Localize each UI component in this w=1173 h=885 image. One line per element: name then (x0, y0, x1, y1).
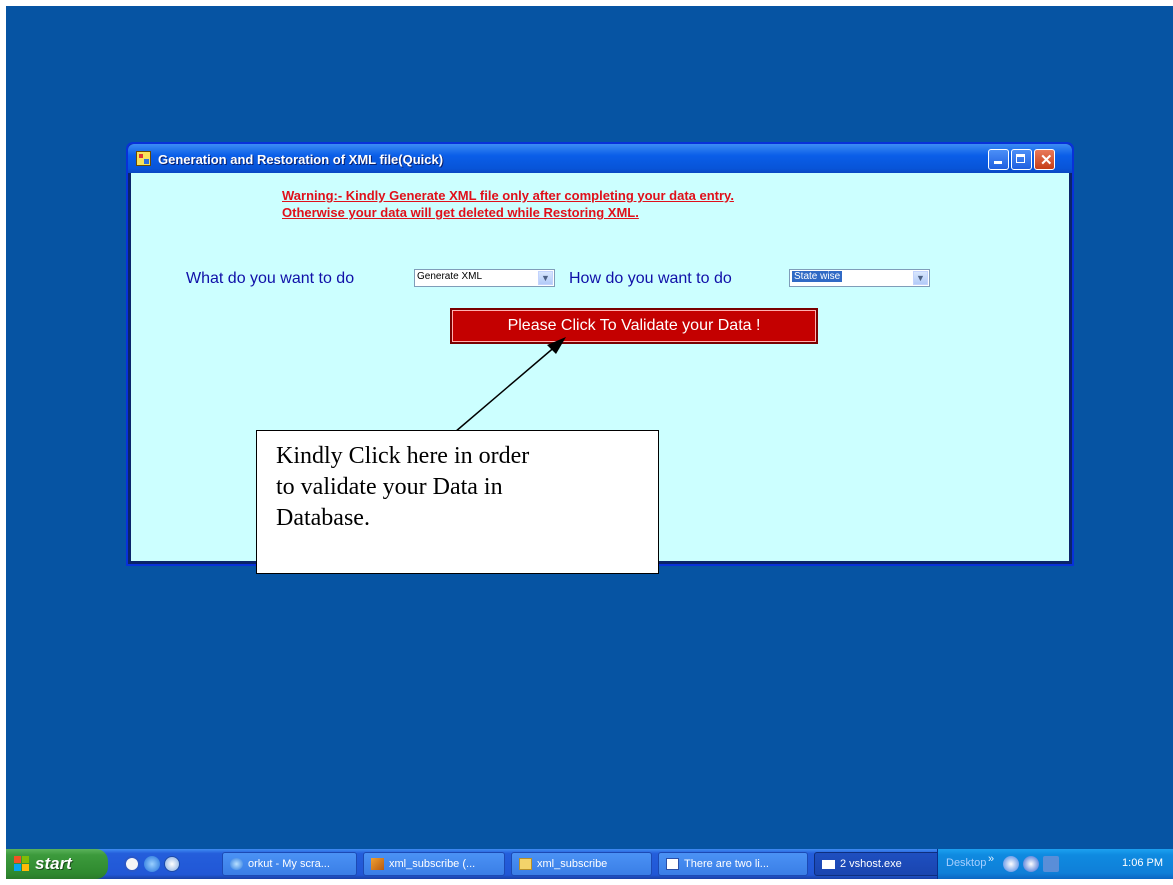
task-xml-subscribe-folder[interactable]: xml_subscribe (511, 852, 652, 876)
clock[interactable]: 1:06 PM (1122, 857, 1163, 869)
taskbar: start orkut - My scra... xml_subscribe (… (6, 849, 1173, 879)
monitor-icon[interactable] (1043, 856, 1059, 872)
task-label: xml_subscribe (... (389, 858, 476, 870)
close-button[interactable]: ✕ (1034, 149, 1055, 170)
internet-explorer-icon[interactable] (144, 856, 160, 872)
task-orkut[interactable]: orkut - My scra... (222, 852, 357, 876)
internet-explorer-icon (230, 858, 243, 870)
callout-line-2: to validate your Data in (276, 474, 503, 500)
system-tray: Desktop » 1:06 PM (937, 849, 1173, 879)
validate-button[interactable]: Please Click To Validate your Data ! (450, 308, 818, 344)
callout-line-3: Database. (276, 505, 370, 531)
task-vshost[interactable]: 2 vshost.exe (814, 852, 944, 876)
how-value: State wise (792, 271, 843, 282)
task-label: There are two li... (684, 858, 769, 870)
how-combo[interactable]: State wise ▼ (789, 269, 930, 287)
task-label: orkut - My scra... (248, 858, 330, 870)
outlook-icon[interactable] (164, 856, 180, 872)
what-value: Generate XML (417, 271, 483, 282)
word-icon (666, 858, 679, 870)
what-combo[interactable]: Generate XML ▼ (414, 269, 555, 287)
help-icon[interactable] (124, 856, 140, 872)
start-button[interactable]: start (6, 849, 108, 879)
annotation-callout: Kindly Click here in order to validate y… (256, 430, 659, 574)
desktop-toolbar-label[interactable]: Desktop (946, 857, 986, 869)
task-label: xml_subscribe (537, 858, 608, 870)
title-bar[interactable]: Generation and Restoration of XML file(Q… (128, 144, 1072, 173)
chevron-down-icon[interactable]: ▼ (913, 271, 928, 285)
windows-flag-icon (14, 856, 29, 871)
task-word-document[interactable]: There are two li... (658, 852, 808, 876)
warning-line-2: Otherwise your data will get deleted whi… (282, 205, 639, 220)
maximize-button[interactable] (1011, 149, 1032, 170)
how-label: How do you want to do (569, 270, 732, 287)
minimize-button[interactable] (988, 149, 1009, 170)
app-icon (136, 151, 151, 166)
back-arrow-icon[interactable] (1003, 856, 1019, 872)
folder-icon (519, 858, 532, 870)
task-xml-subscribe-solution[interactable]: xml_subscribe (... (363, 852, 505, 876)
visual-studio-icon (371, 858, 384, 870)
close-icon: ✕ (1040, 152, 1053, 169)
task-label: 2 vshost.exe (840, 858, 902, 870)
warning-line-1: Warning:- Kindly Generate XML file only … (282, 188, 734, 203)
network-icon[interactable] (1023, 856, 1039, 872)
chevron-down-icon[interactable]: ▼ (538, 271, 553, 285)
window-icon (822, 860, 835, 869)
window-title: Generation and Restoration of XML file(Q… (158, 152, 444, 167)
chevron-right-icon[interactable]: » (988, 853, 994, 865)
what-label: What do you want to do (186, 270, 355, 287)
start-label: start (35, 854, 72, 873)
callout-line-1: Kindly Click here in order (276, 443, 530, 469)
